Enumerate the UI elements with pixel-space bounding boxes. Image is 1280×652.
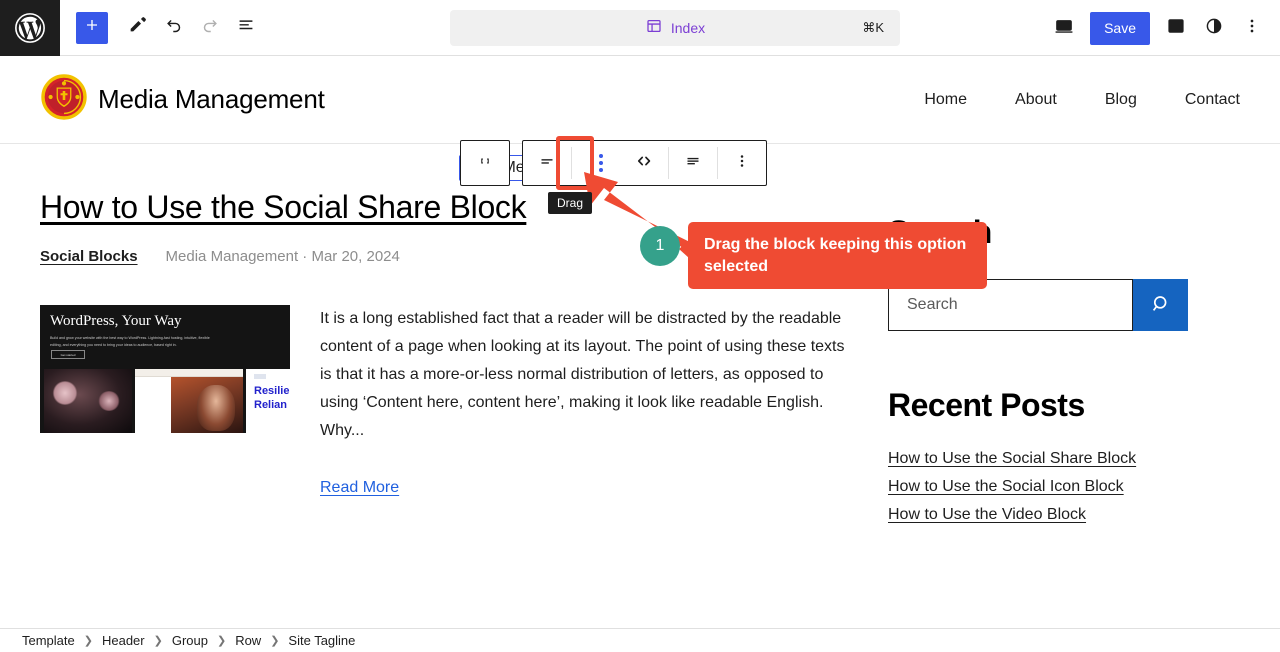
list-view-button[interactable] xyxy=(228,10,264,46)
block-type-button[interactable] xyxy=(523,141,571,185)
list-view-icon xyxy=(235,14,257,41)
nav-item-about[interactable]: About xyxy=(991,91,1081,109)
align-text-button[interactable] xyxy=(669,141,717,185)
command-shortcut: ⌘K xyxy=(862,20,884,35)
wordpress-logo-icon xyxy=(14,12,46,44)
thumbnail-button: Get started xyxy=(51,350,85,360)
drag-handle-button[interactable] xyxy=(572,141,620,185)
thumbnail-card-text: Resilie Relian xyxy=(246,369,290,434)
top-bar-right-tools: Save xyxy=(1046,0,1270,56)
save-button[interactable]: Save xyxy=(1090,11,1150,45)
settings-sidebar-icon xyxy=(1165,15,1187,42)
select-parent-block-button[interactable] xyxy=(461,141,509,185)
site-header-block[interactable]: Media Management Home About Blog Contact xyxy=(0,56,1280,144)
styles-button[interactable] xyxy=(1196,10,1232,46)
post-featured-image[interactable]: WordPress, Your Way Build and grow your … xyxy=(40,305,290,434)
block-tools-group xyxy=(522,140,767,186)
select-parent-row-icon xyxy=(475,151,495,176)
nav-item-home[interactable]: Home xyxy=(900,91,991,109)
styles-contrast-icon xyxy=(1203,15,1225,42)
pencil-icon xyxy=(127,14,149,41)
thumbnail-cards: Resilie Relian xyxy=(40,369,290,434)
drag-handle-icon xyxy=(589,154,603,172)
drag-tooltip: Drag xyxy=(548,192,593,214)
site-title: Media Management xyxy=(98,84,325,114)
template-index-icon xyxy=(645,17,663,40)
align-text-icon xyxy=(682,150,704,177)
block-options-button[interactable] xyxy=(718,141,766,185)
recent-posts-list: How to Use the Social Share Block How to… xyxy=(888,450,1188,524)
desktop-view-icon xyxy=(1053,15,1075,42)
chevron-right-icon: ❯ xyxy=(216,635,227,647)
editor-top-bar: Index ⌘K Save xyxy=(0,0,1280,56)
search-submit-button[interactable] xyxy=(1133,279,1188,331)
recent-post-item[interactable]: How to Use the Video Block xyxy=(888,506,1086,524)
more-block-options-icon xyxy=(732,151,752,176)
top-bar-left-tools xyxy=(60,10,264,46)
search-icon xyxy=(1149,292,1173,319)
parent-block-group xyxy=(460,140,510,186)
post-body: WordPress, Your Way Build and grow your … xyxy=(40,305,850,497)
block-toolbar xyxy=(460,140,767,186)
post-byline: Media Management · Mar 20, 2024 xyxy=(165,248,400,266)
redo-button[interactable] xyxy=(192,10,228,46)
command-center-button[interactable]: Index ⌘K xyxy=(450,10,900,46)
move-block-icon xyxy=(632,149,656,178)
undo-button[interactable] xyxy=(156,10,192,46)
post-category-link[interactable]: Social Blocks xyxy=(40,248,138,265)
chevron-right-icon: ❯ xyxy=(153,635,163,647)
page-content: How to Use the Social Share Block Social… xyxy=(0,188,1280,524)
thumbnail-card-floral xyxy=(44,369,132,434)
recent-posts-heading: Recent Posts xyxy=(888,387,1085,423)
recent-post-item[interactable]: How to Use the Social Icon Block xyxy=(888,478,1124,496)
nav-item-blog[interactable]: Blog xyxy=(1081,91,1161,109)
settings-sidebar-button[interactable] xyxy=(1158,10,1194,46)
undo-icon xyxy=(163,14,185,41)
site-navigation: Home About Blog Contact xyxy=(900,91,1240,109)
nav-item-contact[interactable]: Contact xyxy=(1161,91,1240,109)
post-excerpt: It is a long established fact that a rea… xyxy=(320,310,845,440)
read-more-link[interactable]: Read More xyxy=(320,479,399,497)
thumbnail-subtext: Build and grow your website with the bes… xyxy=(50,336,210,348)
annotation-step-badge: 1 xyxy=(640,226,680,266)
plus-icon xyxy=(82,15,102,40)
post-excerpt-wrap: It is a long established fact that a rea… xyxy=(320,305,850,497)
breadcrumb-item-site-tagline: Site Tagline xyxy=(288,633,356,648)
view-device-button[interactable] xyxy=(1046,10,1082,46)
thumbnail-card-portrait xyxy=(135,369,243,434)
annotation-callout: Drag the block keeping this option selec… xyxy=(679,222,987,290)
breadcrumb-item-header[interactable]: Header xyxy=(102,633,145,648)
post-title[interactable]: How to Use the Social Share Block xyxy=(40,188,850,226)
edit-mode-button[interactable] xyxy=(120,10,156,46)
breadcrumb-item-template[interactable]: Template xyxy=(22,633,75,648)
command-label: Index xyxy=(670,20,706,36)
move-block-button[interactable] xyxy=(620,141,668,185)
recent-post-item[interactable]: How to Use the Social Share Block xyxy=(888,450,1136,468)
more-options-icon xyxy=(1242,16,1262,41)
thumbnail-card-line2: Relian xyxy=(254,399,288,412)
block-breadcrumb: Template ❯ Header ❯ Group ❯ Row ❯ Site T… xyxy=(0,628,1280,652)
redo-icon xyxy=(199,14,221,41)
wordpress-logo-button[interactable] xyxy=(0,0,60,56)
chevron-right-icon: ❯ xyxy=(270,635,280,647)
thumbnail-heading: WordPress, Your Way xyxy=(50,313,182,330)
breadcrumb-item-group[interactable]: Group xyxy=(172,633,208,648)
chevron-right-icon: ❯ xyxy=(83,635,93,647)
block-type-paragraph-icon xyxy=(536,150,558,177)
site-branding[interactable]: Media Management xyxy=(40,73,325,126)
add-block-button[interactable] xyxy=(76,11,108,44)
thumbnail-card-line1: Resilie xyxy=(254,385,290,398)
breadcrumb-item-row[interactable]: Row xyxy=(235,633,261,648)
site-logo-crest-icon xyxy=(40,73,88,126)
more-options-button[interactable] xyxy=(1234,10,1270,46)
